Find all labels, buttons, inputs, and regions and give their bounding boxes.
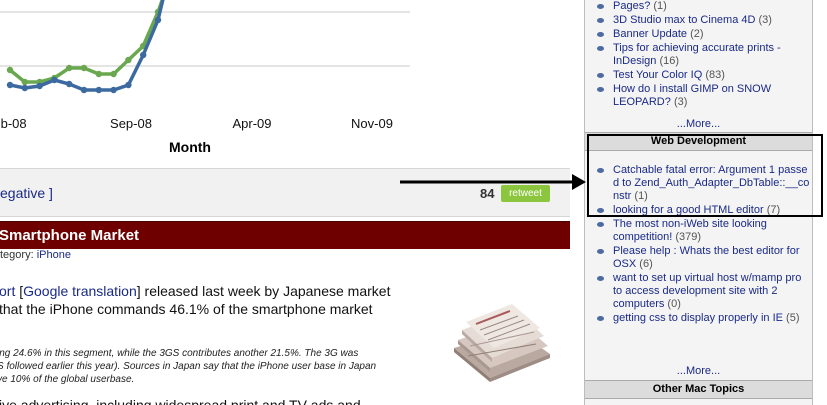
- data-point: [125, 56, 132, 64]
- topic-count: (6): [639, 258, 653, 270]
- list-item[interactable]: How do I install GIMP on SNOW LEOPARD? (…: [585, 83, 812, 109]
- topic-count: (83): [705, 69, 725, 81]
- newspaper-stack-image: [454, 304, 550, 382]
- chart-series: [6, 0, 165, 94]
- list-item[interactable]: Tips for achieving accurate prints - InD…: [585, 42, 812, 68]
- category-link[interactable]: iPhone: [37, 249, 71, 261]
- vote-negative: egative ]: [0, 185, 53, 201]
- bullet-icon: [597, 249, 604, 254]
- bullet-icon: [597, 276, 604, 281]
- data-point: [125, 81, 132, 89]
- data-point: [80, 86, 88, 94]
- topic-count: (2): [690, 28, 704, 40]
- chart-x-ticks: eb-08 Sep-08 Apr-09 Nov-09: [0, 116, 393, 131]
- data-point: [66, 80, 73, 88]
- topic-link[interactable]: How do I install GIMP on SNOW LEOPARD?: [613, 83, 771, 108]
- article-continuation: ive advertising, including widespread pr…: [0, 397, 361, 405]
- list-item[interactable]: want to set up virtual host w/mamp pro t…: [585, 272, 812, 311]
- bracket-close: ]: [49, 185, 53, 201]
- list-item[interactable]: 3D Studio max to Cinema 4D (3): [585, 14, 812, 27]
- highlight-box: [587, 134, 823, 217]
- topic-count: (3): [673, 96, 688, 108]
- section-header-other-mac-topics: Other Mac Topics: [585, 380, 812, 399]
- more-link[interactable]: ...More...: [585, 118, 812, 130]
- quote-line: S followed earlier this year). Sources i…: [0, 361, 377, 372]
- list-item[interactable]: The most non-iWeb site looking competiti…: [585, 218, 812, 244]
- data-point: [95, 86, 103, 94]
- topic-link[interactable]: want to set up virtual host w/mamp pro t…: [613, 272, 801, 310]
- bullet-icon: [597, 4, 604, 9]
- article-quote: ing 24.6% in this segment, while the 3GS…: [0, 347, 447, 386]
- list-item[interactable]: getting css to display properly in IE (5…: [585, 312, 812, 325]
- topic-link[interactable]: 3D Studio max to Cinema 4D: [613, 14, 755, 26]
- topic-count: (0): [667, 298, 681, 310]
- chart-gridlines: [0, 11, 410, 67]
- report-link[interactable]: ort: [0, 283, 15, 299]
- bullet-icon: [597, 18, 604, 23]
- data-point: [21, 84, 28, 92]
- article-title[interactable]: Smartphone Market: [0, 221, 570, 249]
- data-point: [6, 81, 14, 89]
- list-item[interactable]: Pages? (1): [585, 0, 812, 13]
- x-tick-label: Nov-09: [351, 116, 393, 131]
- x-axis-title: Month: [169, 139, 211, 155]
- topic-link[interactable]: Pages?: [613, 0, 650, 12]
- topic-count: (5): [786, 312, 800, 324]
- topic-count: (379): [675, 231, 702, 243]
- data-point: [51, 76, 58, 84]
- quote-line: ing 24.6% in this segment, while the 3GS…: [0, 348, 359, 359]
- more-link[interactable]: ...More...: [585, 365, 812, 377]
- data-point: [110, 86, 117, 94]
- list-item[interactable]: Please help : Whats the best editor for …: [585, 245, 812, 271]
- article-body: ort [Google translation] released last w…: [0, 282, 439, 318]
- bullet-icon: [597, 32, 604, 37]
- data-point: [140, 51, 147, 59]
- data-point: [95, 70, 103, 78]
- x-tick-label: eb-08: [0, 116, 27, 131]
- google-translation-link[interactable]: Google translation: [23, 283, 137, 299]
- data-point: [21, 78, 28, 86]
- article-line-2: that the iPhone commands 46.1% of the sm…: [0, 301, 373, 317]
- bullet-icon: [597, 222, 604, 227]
- x-tick-label: Apr-09: [232, 116, 271, 131]
- bullet-icon: [597, 87, 604, 92]
- data-point: [154, 16, 162, 24]
- list-item[interactable]: Banner Update (2): [585, 28, 812, 41]
- page: eb-08Sep-08Apr-09Nov-09 Month egative ] …: [0, 0, 827, 405]
- data-point: [36, 82, 43, 90]
- category-label: tegory:: [0, 249, 34, 261]
- data-point: [80, 64, 88, 72]
- topic-list: Pages? (1) 3D Studio max to Cinema 4D (3…: [585, 0, 812, 110]
- bullet-icon: [597, 73, 604, 78]
- bullet-icon: [597, 316, 604, 321]
- article-category: tegory: iPhone: [0, 249, 71, 261]
- topic-link[interactable]: Test Your Color IQ: [613, 69, 702, 81]
- data-point: [6, 66, 14, 74]
- article-text: released last week by Japanese market: [144, 283, 391, 299]
- chart-svg: eb-08 Sep-08 Apr-09 Nov-09 Month: [0, 0, 410, 155]
- topic-count: (1): [653, 0, 667, 12]
- data-point: [66, 64, 73, 72]
- line-chart: eb-08 Sep-08 Apr-09 Nov-09 Month: [0, 0, 570, 165]
- topic-link[interactable]: Tips for achieving accurate prints - InD…: [613, 42, 781, 67]
- negative-link[interactable]: egative: [0, 185, 45, 201]
- topic-link[interactable]: getting css to display properly in IE: [613, 312, 783, 324]
- data-point: [110, 70, 117, 78]
- topic-link[interactable]: Banner Update: [613, 28, 687, 40]
- article-line-1: ort [Google translation] released last w…: [0, 283, 391, 299]
- arrow-icon: [400, 174, 586, 190]
- quote-line: ve 10% of the global userbase.: [0, 374, 135, 385]
- x-tick-label: Sep-08: [110, 116, 152, 131]
- topic-count: (3): [758, 14, 772, 26]
- list-item[interactable]: Test Your Color IQ (83): [585, 69, 812, 82]
- topic-count: (16): [659, 55, 680, 67]
- bullet-icon: [597, 46, 604, 51]
